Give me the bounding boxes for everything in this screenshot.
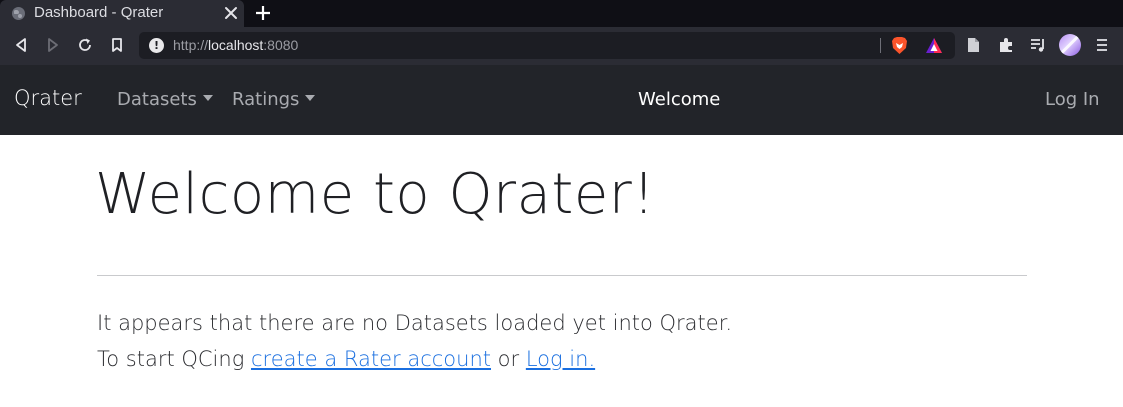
address-bar[interactable]: ! http://localhost:8080	[139, 32, 955, 59]
brave-rewards-icon[interactable]	[925, 37, 943, 54]
url-text[interactable]: http://localhost:8080	[173, 37, 298, 53]
bookmark-icon[interactable]	[108, 36, 126, 54]
address-divider	[880, 38, 881, 53]
page-title: Welcome to Qrater!	[95, 162, 656, 227]
info-icon[interactable]: !	[149, 38, 164, 53]
caret-down-icon	[202, 95, 213, 101]
no-datasets-message: It appears that there are no Datasets lo…	[97, 311, 733, 335]
start-qcing-message: To start QCing create a Rater account or…	[97, 347, 596, 371]
site-navbar: Qrater Datasets Ratings Welcome Log In	[0, 65, 1123, 135]
create-account-link[interactable]: create a Rater account	[251, 347, 491, 371]
tab-strip: Dashboard - Qrater	[0, 0, 1123, 27]
nav-welcome-label: Welcome	[638, 89, 721, 110]
reload-icon[interactable]	[76, 36, 94, 54]
nav-datasets-label: Datasets	[117, 89, 197, 110]
forward-arrow-icon[interactable]	[44, 36, 62, 54]
globe-icon	[12, 7, 25, 20]
login-link[interactable]: Log in.	[526, 347, 595, 371]
playlist-icon[interactable]	[1029, 36, 1047, 54]
nav-ratings-dropdown[interactable]: Ratings	[232, 89, 316, 110]
profile-avatar-icon[interactable]	[1059, 34, 1081, 56]
nav-ratings-label: Ratings	[232, 89, 300, 110]
browser-tab[interactable]: Dashboard - Qrater	[0, 0, 244, 27]
puzzle-icon[interactable]	[997, 36, 1015, 54]
reader-mode-icon[interactable]	[964, 36, 982, 54]
hamburger-menu-icon[interactable]	[1093, 36, 1111, 54]
divider	[97, 275, 1027, 276]
nav-login-link[interactable]: Log In	[1045, 89, 1100, 110]
brave-lion-icon[interactable]	[891, 36, 908, 55]
caret-down-icon	[305, 95, 316, 101]
close-tab-icon[interactable]	[224, 6, 238, 20]
browser-toolbar: ! http://localhost:8080	[0, 27, 1123, 65]
new-tab-icon[interactable]	[255, 4, 271, 22]
tab-title: Dashboard - Qrater	[34, 4, 164, 21]
brand-link[interactable]: Qrater	[14, 86, 82, 110]
back-arrow-icon[interactable]	[12, 36, 30, 54]
nav-datasets-dropdown[interactable]: Datasets	[117, 89, 213, 110]
